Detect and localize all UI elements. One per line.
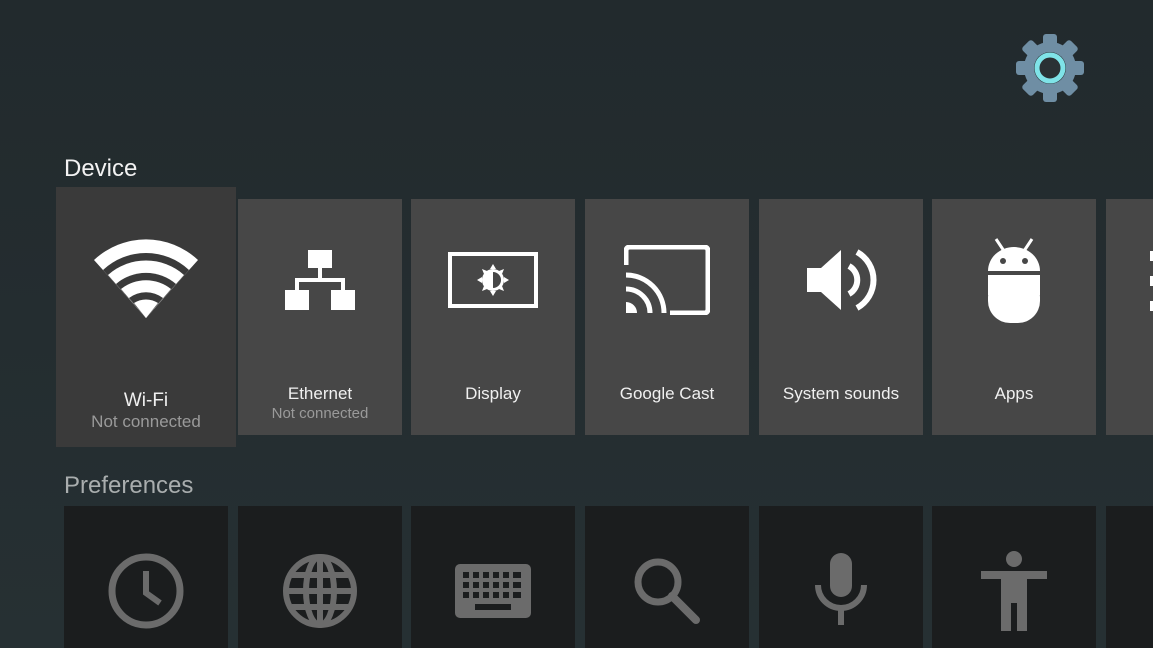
tile-google-cast[interactable]: Google Cast xyxy=(585,199,749,435)
section-title-preferences: Preferences xyxy=(64,472,194,499)
tile-apps[interactable]: Apps xyxy=(932,199,1096,435)
tile-label: Display xyxy=(465,384,521,403)
gear-icon[interactable] xyxy=(1012,30,1088,106)
settings-screen: Device Wi-Fi Not connected Ethernet Not … xyxy=(0,0,1153,648)
network-icon xyxy=(238,235,402,325)
tile-next-partial-pref[interactable] xyxy=(1106,506,1153,648)
tile-label: System sounds xyxy=(782,384,900,403)
search-icon xyxy=(585,546,749,636)
tile-label: Wi-Fi xyxy=(123,390,169,411)
microphone-icon xyxy=(759,546,923,636)
tile-accessibility[interactable] xyxy=(932,506,1096,648)
tile-label: Google Cast xyxy=(619,384,715,403)
globe-icon xyxy=(238,546,402,636)
tile-search[interactable] xyxy=(585,506,749,648)
tile-label: Ethernet xyxy=(287,384,353,403)
speaker-icon xyxy=(759,235,923,325)
tile-display[interactable]: Display xyxy=(411,199,575,435)
section-title-device: Device xyxy=(64,155,138,182)
tile-status: Not connected xyxy=(91,412,201,431)
tile-date-time[interactable] xyxy=(64,506,228,648)
tile-ethernet[interactable]: Ethernet Not connected xyxy=(238,199,402,435)
tile-system-sounds[interactable]: System sounds xyxy=(759,199,923,435)
tile-label: Apps xyxy=(994,384,1034,403)
wifi-icon xyxy=(56,233,236,323)
android-icon xyxy=(932,235,1096,325)
cast-icon xyxy=(585,235,749,325)
tile-keyboard[interactable] xyxy=(411,506,575,648)
tile-speech[interactable] xyxy=(759,506,923,648)
tile-language[interactable] xyxy=(238,506,402,648)
tile-status: Not connected xyxy=(271,405,369,422)
tile-wifi[interactable]: Wi-Fi Not connected xyxy=(56,187,236,447)
keyboard-icon xyxy=(411,546,575,636)
tile-next-partial[interactable] xyxy=(1106,199,1153,435)
accessibility-icon xyxy=(932,546,1096,636)
display-icon xyxy=(411,235,575,325)
clock-icon xyxy=(64,546,228,636)
